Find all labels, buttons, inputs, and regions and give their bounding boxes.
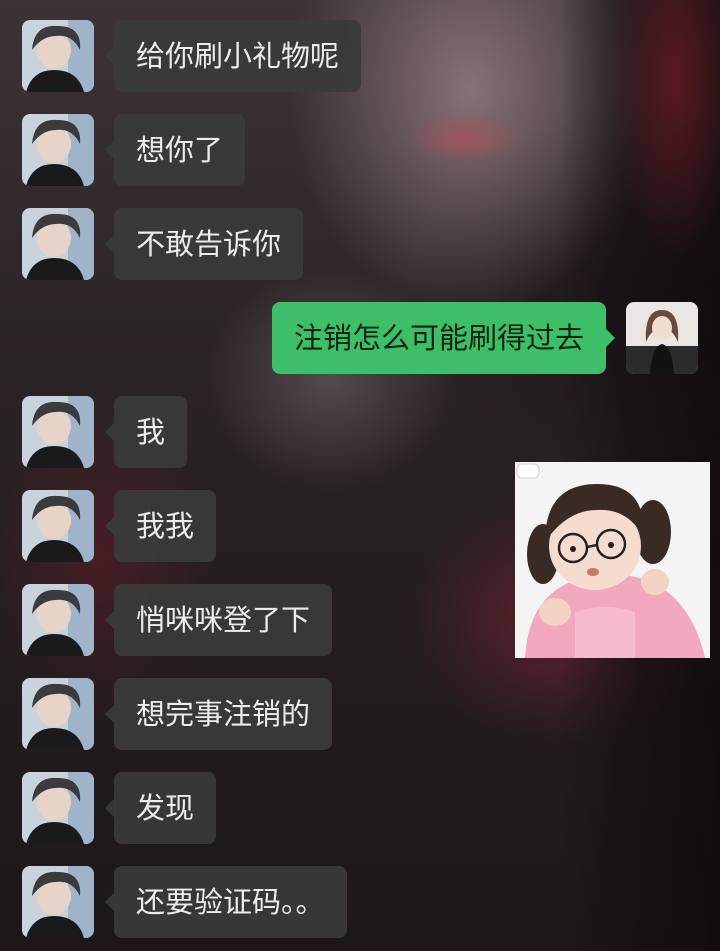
sticker-image[interactable] [515, 462, 710, 658]
contact-avatar[interactable] [22, 490, 94, 562]
boy-avatar-icon [22, 208, 94, 280]
incoming-message-bubble[interactable]: 我我 [104, 490, 217, 562]
incoming-message-bubble[interactable]: 我 [104, 396, 188, 468]
contact-avatar[interactable] [22, 678, 94, 750]
message-row: 给你刷小礼物呢 [0, 20, 720, 92]
boy-avatar-icon [22, 772, 94, 844]
message-row: 发现 [0, 772, 720, 844]
incoming-message-bubble[interactable]: 想你了 [104, 114, 246, 186]
boy-avatar-icon [22, 584, 94, 656]
boy-avatar-icon [22, 396, 94, 468]
message-row: 想你了 [0, 114, 720, 186]
boy-avatar-icon [22, 866, 94, 938]
incoming-message-bubble[interactable]: 还要验证码。。 [105, 866, 347, 938]
incoming-message-bubble[interactable]: 不敢告诉你 [104, 208, 304, 280]
incoming-message-bubble[interactable]: 想完事注销的 [104, 678, 333, 750]
contact-avatar[interactable] [22, 20, 94, 92]
outgoing-message-bubble[interactable]: 注销怎么可能刷得过去 [271, 302, 616, 374]
contact-avatar[interactable] [22, 396, 94, 468]
contact-avatar[interactable] [22, 114, 94, 186]
message-row: 想完事注销的 [0, 678, 720, 750]
message-row: 还要验证码。。 [0, 866, 720, 938]
girl-with-glasses-sticker-icon [515, 462, 710, 658]
boy-avatar-icon [22, 20, 94, 92]
boy-avatar-icon [22, 490, 94, 562]
incoming-message-bubble[interactable]: 悄咪咪登了下 [104, 584, 333, 656]
message-row: 注销怎么可能刷得过去 [0, 302, 720, 374]
incoming-message-bubble[interactable]: 发现 [104, 772, 217, 844]
contact-avatar[interactable] [22, 772, 94, 844]
girl-avatar-icon [626, 302, 698, 374]
own-avatar[interactable] [626, 302, 698, 374]
message-row: 不敢告诉你 [0, 208, 720, 280]
incoming-message-bubble[interactable]: 给你刷小礼物呢 [104, 20, 362, 92]
boy-avatar-icon [22, 678, 94, 750]
contact-avatar[interactable] [22, 208, 94, 280]
message-row: 我 [0, 396, 720, 468]
contact-avatar[interactable] [22, 584, 94, 656]
boy-avatar-icon [22, 114, 94, 186]
contact-avatar[interactable] [22, 866, 94, 938]
